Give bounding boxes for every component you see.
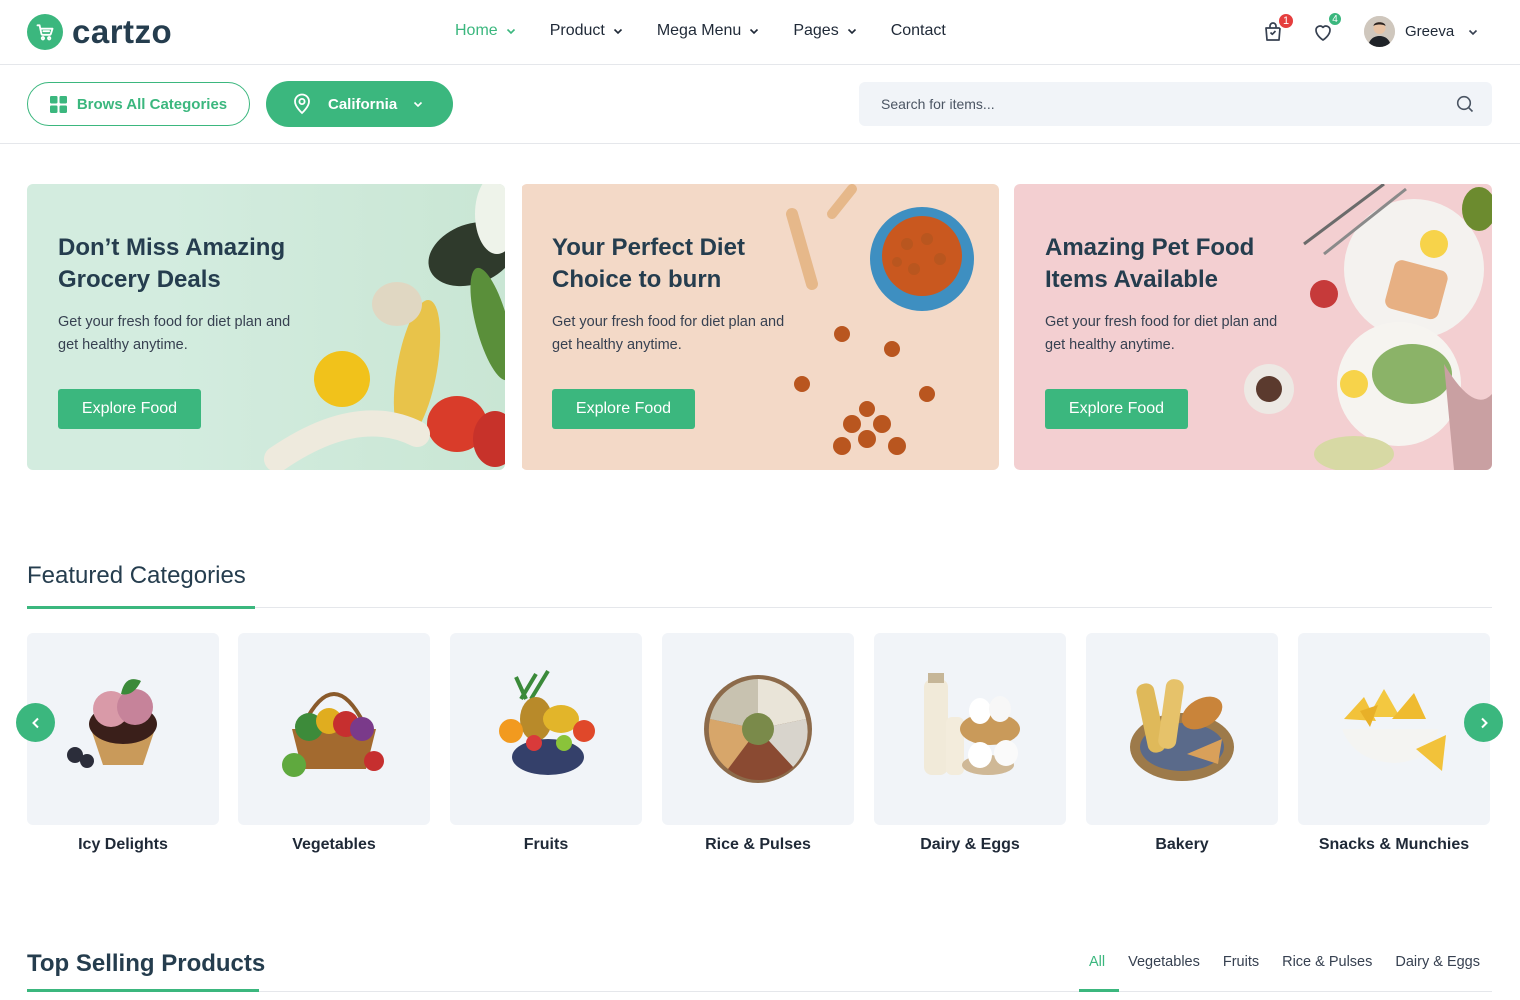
product-filter-tabs: All Vegetables Fruits Rice & Pulses Dair… xyxy=(1089,954,1480,970)
logo-text: cartzo xyxy=(72,13,173,50)
tab-fruits[interactable]: Fruits xyxy=(1223,954,1259,970)
category-card[interactable]: Bakery xyxy=(1086,633,1278,854)
banner-description: Get your fresh food for diet plan and ge… xyxy=(1045,314,1278,353)
chevron-down-icon xyxy=(750,28,759,35)
chips-bowl-icon xyxy=(1342,689,1446,771)
explore-food-button[interactable]: Explore Food xyxy=(552,389,695,429)
category-card[interactable]: Icy Delights xyxy=(27,633,219,854)
category-label: Bakery xyxy=(1155,836,1209,853)
cart-count-badge: 1 xyxy=(1277,12,1295,30)
vegetable-basket-icon xyxy=(282,692,384,777)
top-header: cartzo Home Product Mega Menu Pages Cont… xyxy=(0,0,1520,65)
location-label: California xyxy=(328,95,398,113)
category-label: Dairy & Eggs xyxy=(920,836,1020,853)
sub-toolbar: Brows All Categories California xyxy=(0,65,1520,144)
category-tile[interactable] xyxy=(874,633,1066,825)
chevron-down-icon xyxy=(506,28,515,35)
map-pin-icon xyxy=(294,93,310,115)
user-name: Greeva xyxy=(1405,23,1455,40)
nav-home-label: Home xyxy=(455,22,498,39)
category-tile[interactable] xyxy=(238,633,430,825)
browse-categories-label: Brows All Categories xyxy=(76,95,228,113)
promo-banner-grocery: Don’t Miss Amazing Grocery Deals Get you… xyxy=(27,184,505,470)
category-label: Vegetables xyxy=(292,836,376,853)
section-title-top-selling: Top Selling Products xyxy=(27,950,266,977)
carousel-prev-button[interactable] xyxy=(16,703,55,742)
fruit-basket-icon xyxy=(499,669,595,775)
category-card[interactable]: Dairy & Eggs xyxy=(874,633,1066,854)
grid-icon xyxy=(49,95,67,113)
grains-plate-icon xyxy=(704,675,812,783)
search-bar[interactable] xyxy=(859,82,1492,126)
promo-banner-diet: Your Perfect Diet Choice to burn Get you… xyxy=(521,184,999,470)
nav-contact[interactable]: Contact xyxy=(891,22,946,40)
nav-home[interactable]: Home xyxy=(455,22,516,40)
category-tile[interactable] xyxy=(1086,633,1278,825)
category-card[interactable]: Vegetables xyxy=(238,633,430,854)
category-label: Fruits xyxy=(523,836,569,853)
avatar xyxy=(1364,16,1395,47)
nav-pages-label: Pages xyxy=(793,22,839,39)
section-title-underline xyxy=(27,989,259,992)
location-selector[interactable]: California xyxy=(266,81,453,127)
nav-product-label: Product xyxy=(549,22,605,39)
category-tile[interactable] xyxy=(450,633,642,825)
dairy-eggs-icon xyxy=(924,673,1020,775)
explore-food-button[interactable]: Explore Food xyxy=(58,389,201,429)
search-input[interactable] xyxy=(881,82,1421,126)
banner-title: Your Perfect Diet Choice to burn xyxy=(552,234,745,293)
nav-mega-menu[interactable]: Mega Menu xyxy=(657,22,760,40)
bread-basket-icon xyxy=(1130,679,1234,781)
category-label: Rice & Pulses xyxy=(705,836,811,853)
explore-food-button[interactable]: Explore Food xyxy=(1045,389,1188,429)
tab-vegetables[interactable]: Vegetables xyxy=(1128,954,1200,970)
banner-description: Get your fresh food for diet plan and ge… xyxy=(552,314,785,353)
wishlist-button[interactable]: 4 xyxy=(1311,11,1343,44)
cart-button[interactable]: 1 xyxy=(1261,12,1295,44)
category-tile[interactable] xyxy=(662,633,854,825)
section-title-featured: Featured Categories xyxy=(27,562,246,589)
wishlist-count-badge: 4 xyxy=(1327,11,1343,27)
chevron-down-icon xyxy=(847,28,856,35)
nav-pages[interactable]: Pages xyxy=(793,22,856,40)
promo-banner-pet-food: Amazing Pet Food Items Available Get you… xyxy=(1014,184,1492,470)
carousel-next-button[interactable] xyxy=(1464,703,1503,742)
banner-title: Amazing Pet Food Items Available xyxy=(1045,234,1255,293)
chevron-down-icon xyxy=(1469,29,1478,35)
category-card[interactable]: Fruits xyxy=(450,633,642,854)
chevron-down-icon xyxy=(613,28,622,35)
ice-cream-icon xyxy=(67,679,157,768)
logo[interactable]: cartzo xyxy=(27,13,172,51)
main-nav: Home Product Mega Menu Pages Contact xyxy=(455,22,980,40)
browse-categories-button[interactable]: Brows All Categories xyxy=(27,82,250,126)
nav-product[interactable]: Product xyxy=(550,22,623,40)
category-tile[interactable] xyxy=(1298,633,1490,825)
tab-dairy-eggs[interactable]: Dairy & Eggs xyxy=(1395,954,1480,970)
active-tab-underline xyxy=(1079,989,1119,992)
nav-contact-label: Contact xyxy=(890,22,946,39)
category-card[interactable]: Rice & Pulses xyxy=(662,633,854,854)
category-card[interactable]: Snacks & Munchies xyxy=(1298,633,1490,854)
nav-mega-menu-label: Mega Menu xyxy=(656,22,742,39)
banner-title: Don’t Miss Amazing Grocery Deals xyxy=(58,234,286,293)
tab-all[interactable]: All xyxy=(1089,954,1105,970)
user-menu[interactable]: Greeva xyxy=(1364,16,1478,47)
cart-logo-icon xyxy=(27,14,63,50)
search-icon[interactable] xyxy=(1456,95,1474,113)
section-title-underline xyxy=(27,606,255,609)
chevron-right-icon xyxy=(1480,717,1488,728)
banner-description: Get your fresh food for diet plan and ge… xyxy=(58,314,291,353)
category-label: Snacks & Munchies xyxy=(1318,836,1470,853)
tab-rice-pulses[interactable]: Rice & Pulses xyxy=(1282,954,1372,970)
chevron-down-icon xyxy=(414,101,423,108)
category-label: Icy Delights xyxy=(78,836,168,853)
category-tile[interactable] xyxy=(27,633,219,825)
chevron-left-icon xyxy=(31,717,39,728)
